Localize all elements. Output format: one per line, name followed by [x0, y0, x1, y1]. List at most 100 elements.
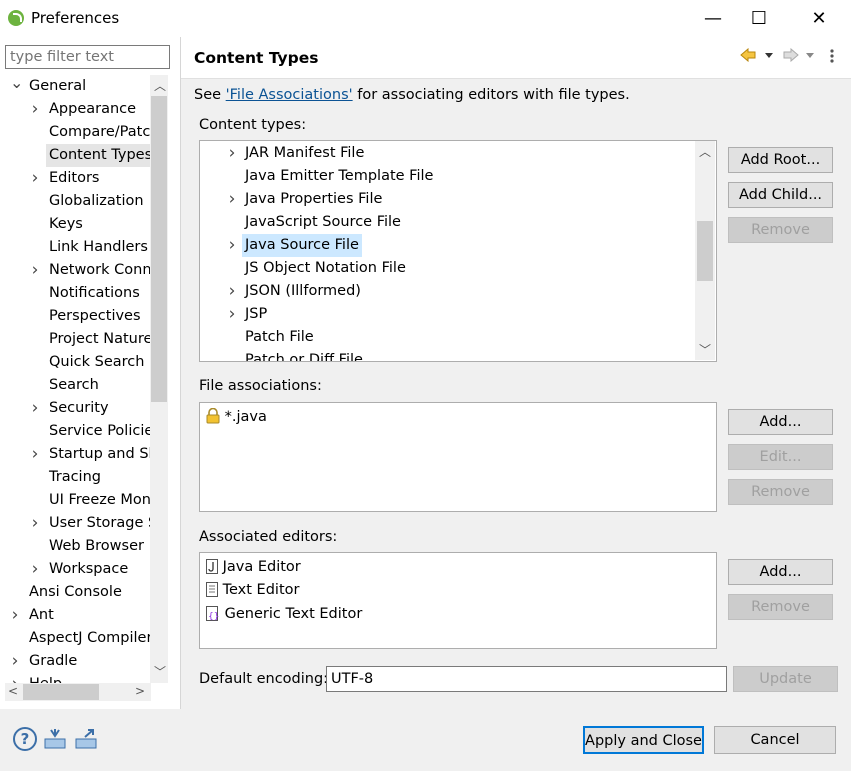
tree-item[interactable]: › Editors — [0, 167, 150, 190]
content-type-item[interactable]: › Java Source File — [200, 234, 694, 257]
tree-item[interactable]: › User Storage S — [0, 512, 150, 535]
tree-item[interactable]: › Ant — [0, 604, 150, 627]
tree-item[interactable]: AspectJ Compiler — [0, 627, 150, 650]
content-type-item[interactable]: › JAR Manifest File — [200, 142, 694, 165]
tree-item[interactable]: › Network Conn — [0, 259, 150, 282]
content-type-item[interactable]: › Java Properties File — [200, 188, 694, 211]
chevron-right-icon[interactable]: › — [10, 604, 20, 627]
chevron-right-icon[interactable]: › — [30, 512, 40, 535]
chevron-down-icon[interactable]: ⌄ — [10, 75, 23, 91]
scroll-down-icon[interactable]: ﹀ — [699, 341, 711, 358]
filter-input[interactable] — [5, 45, 170, 69]
scroll-up-icon[interactable]: ︿ — [699, 143, 711, 160]
chevron-right-icon[interactable]: › — [10, 650, 20, 673]
add-editor-button[interactable]: Add... — [728, 559, 833, 585]
remove-editor-button[interactable]: Remove — [728, 594, 833, 620]
content-type-item[interactable]: › JSON (Illformed) — [200, 280, 694, 303]
add-association-button[interactable]: Add... — [728, 409, 833, 435]
cancel-button[interactable]: Cancel — [714, 726, 836, 754]
list-item[interactable]: Text Editor — [206, 579, 299, 602]
update-button[interactable]: Update — [733, 666, 838, 692]
tree-item[interactable]: Globalization — [0, 190, 150, 213]
tree-item[interactable]: › Workspace — [0, 558, 150, 581]
forward-icon[interactable] — [783, 48, 819, 62]
tree-item[interactable]: › Help — [0, 673, 150, 683]
tree-item[interactable]: › Appearance — [0, 98, 150, 121]
content-type-item[interactable]: JavaScript Source File — [200, 211, 694, 234]
svg-text:{}: {} — [208, 612, 219, 621]
panel-divider[interactable] — [180, 37, 181, 709]
chevron-right-icon[interactable]: › — [30, 167, 40, 190]
add-root-button[interactable]: Add Root... — [728, 147, 833, 173]
preference-tree: ⌄ General › Appearance Compare/Patch Content … — [0, 75, 150, 683]
scroll-thumb[interactable] — [23, 684, 99, 700]
apply-and-close-button[interactable]: Apply and Close — [583, 726, 704, 754]
content-type-item[interactable]: › JSP — [200, 303, 694, 326]
tree-item[interactable]: › Security — [0, 397, 150, 420]
list-item[interactable]: Java Editor — [206, 556, 301, 579]
tree-item[interactable]: ⌄ General — [0, 75, 150, 98]
chevron-right-icon[interactable]: › — [227, 280, 237, 303]
tree-item[interactable]: Compare/Patch — [0, 121, 150, 144]
tree-item[interactable]: Tracing — [0, 466, 150, 489]
scroll-down-icon[interactable]: ﹀ — [154, 663, 166, 680]
tree-item[interactable]: Service Policies — [0, 420, 150, 443]
chevron-right-icon[interactable]: › — [30, 443, 40, 466]
file-associations-link[interactable]: 'File Associations' — [226, 87, 353, 103]
tree-vertical-scrollbar[interactable]: ︿ ﹀ — [150, 75, 168, 683]
content-type-item[interactable]: Java Emitter Template File — [200, 165, 694, 188]
chevron-right-icon[interactable]: › — [30, 558, 40, 581]
tree-item[interactable]: Search — [0, 374, 150, 397]
tree-item[interactable]: › Startup and Sh — [0, 443, 150, 466]
tree-item[interactable]: Content Types — [0, 144, 150, 167]
content-types-scrollbar[interactable]: ︿ ﹀ — [695, 141, 715, 360]
list-item[interactable]: *.java — [206, 406, 267, 429]
tree-item[interactable]: Web Browser — [0, 535, 150, 558]
chevron-right-icon[interactable]: › — [227, 234, 237, 257]
tree-item[interactable]: Project Natures — [0, 328, 150, 351]
chevron-right-icon[interactable]: › — [30, 98, 40, 121]
help-icon[interactable]: ? — [13, 727, 37, 751]
import-icon[interactable] — [43, 727, 67, 751]
minimize-button[interactable]: — — [690, 0, 736, 36]
scroll-left-icon[interactable]: < — [8, 684, 18, 698]
chevron-right-icon[interactable]: › — [227, 188, 237, 211]
chevron-right-icon[interactable]: › — [227, 142, 237, 165]
add-child-button[interactable]: Add Child... — [728, 182, 833, 208]
scroll-right-icon[interactable]: > — [135, 684, 145, 698]
scroll-up-icon[interactable]: ︿ — [154, 77, 166, 94]
content-type-item[interactable]: Patch or Diff File — [200, 349, 694, 362]
tree-item[interactable]: Link Handlers — [0, 236, 150, 259]
tree-item[interactable]: UI Freeze Mon — [0, 489, 150, 512]
tree-item[interactable]: Ansi Console — [0, 581, 150, 604]
remove-content-type-button[interactable]: Remove — [728, 217, 833, 243]
chevron-right-icon[interactable]: › — [30, 259, 40, 282]
tree-item[interactable]: › Gradle — [0, 650, 150, 673]
associated-editors-list[interactable]: Java Editor Text Editor {} Generic Text … — [199, 552, 717, 649]
content-types-tree[interactable]: › JAR Manifest File Java Emitter Template … — [199, 140, 717, 362]
maximize-button[interactable]: ☐ — [736, 0, 782, 36]
tree-item[interactable]: Quick Search — [0, 351, 150, 374]
export-icon[interactable] — [74, 727, 98, 751]
content-type-item[interactable]: Patch File — [200, 326, 694, 349]
tree-item[interactable]: Perspectives — [0, 305, 150, 328]
chevron-right-icon[interactable]: › — [30, 397, 40, 420]
scroll-thumb[interactable] — [151, 96, 167, 402]
remove-association-button[interactable]: Remove — [728, 479, 833, 505]
list-item[interactable]: {} Generic Text Editor — [206, 603, 362, 626]
chevron-right-icon[interactable]: › — [10, 673, 20, 683]
file-associations-list[interactable]: *.java — [199, 402, 717, 512]
tree-item[interactable]: Notifications — [0, 282, 150, 305]
default-encoding-input[interactable] — [326, 666, 727, 692]
view-menu-icon[interactable] — [828, 48, 836, 64]
chevron-right-icon[interactable]: › — [227, 303, 237, 326]
tree-item[interactable]: Keys — [0, 213, 150, 236]
back-icon[interactable] — [740, 48, 780, 62]
content-type-label: Patch or Diff File — [245, 352, 363, 362]
close-button[interactable]: ✕ — [796, 0, 842, 36]
edit-association-button[interactable]: Edit... — [728, 444, 833, 470]
tree-horizontal-scrollbar[interactable]: < > — [5, 683, 151, 701]
scroll-thumb[interactable] — [697, 221, 713, 281]
content-type-item[interactable]: JS Object Notation File — [200, 257, 694, 280]
tree-item-label: Notifications — [49, 285, 140, 301]
